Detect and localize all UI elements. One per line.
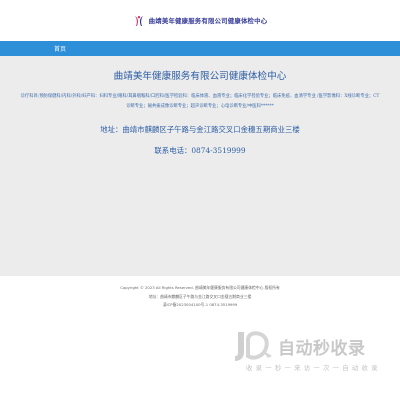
department-list: 诊疗科目:预防保健科/内科/外科/妇产科：妇科专业/眼科/耳鼻咽喉科/口腔科/医… xyxy=(0,92,400,112)
address-text: 地址：曲靖市麒麟区子午路与金江路交叉口金穗五期商业三楼 xyxy=(100,125,300,134)
icp-link[interactable]: 滇ICP备2023004100号-1 0874-3519999 xyxy=(0,301,400,310)
site-header: 曲靖美年健康服务有限公司健康体检中心 xyxy=(0,0,400,41)
page-title: 曲靖美年健康服务有限公司健康体检中心 xyxy=(113,71,287,82)
logo-text: 曲靖美年健康服务有限公司健康体检中心 xyxy=(148,17,268,25)
copyright-text: Copyright © 2023 All Rights Reserved. 曲靖… xyxy=(120,285,280,290)
ribbon-logo-icon xyxy=(133,15,145,27)
site-logo[interactable]: 曲靖美年健康服务有限公司健康体检中心 xyxy=(133,15,268,27)
footer-address: 地址：曲靖市麒麟区子午路与金江路交叉口金穗五期商业三楼 xyxy=(148,293,252,299)
watermark: 自动秒收录 收 录 一 秒 一 来 访 一 次 一 自 动 收 录 xyxy=(230,326,388,386)
phone-text: 联系电话：0874-3519999 xyxy=(154,146,246,155)
main-content: 曲靖美年健康服务有限公司健康体检中心 诊疗科目:预防保健科/内科/外科/妇产科：… xyxy=(0,56,400,276)
main-nav: 首页 xyxy=(0,41,400,56)
nav-item-home[interactable]: 首页 xyxy=(54,44,66,53)
site-footer: Copyright © 2023 All Rights Reserved. 曲靖… xyxy=(0,276,400,310)
watermark-logo-icon xyxy=(230,326,280,366)
department-list-line: 诊断专业；磁共振成像诊断专业；超声诊断专业；心电诊断专业/中医科****** xyxy=(126,104,274,109)
department-list-line: 诊疗科目:预防保健科/内科/外科/妇产科：妇科专业/眼科/耳鼻咽喉科/口腔科/医… xyxy=(20,94,380,99)
watermark-title: 自动秒收录 xyxy=(278,338,366,359)
